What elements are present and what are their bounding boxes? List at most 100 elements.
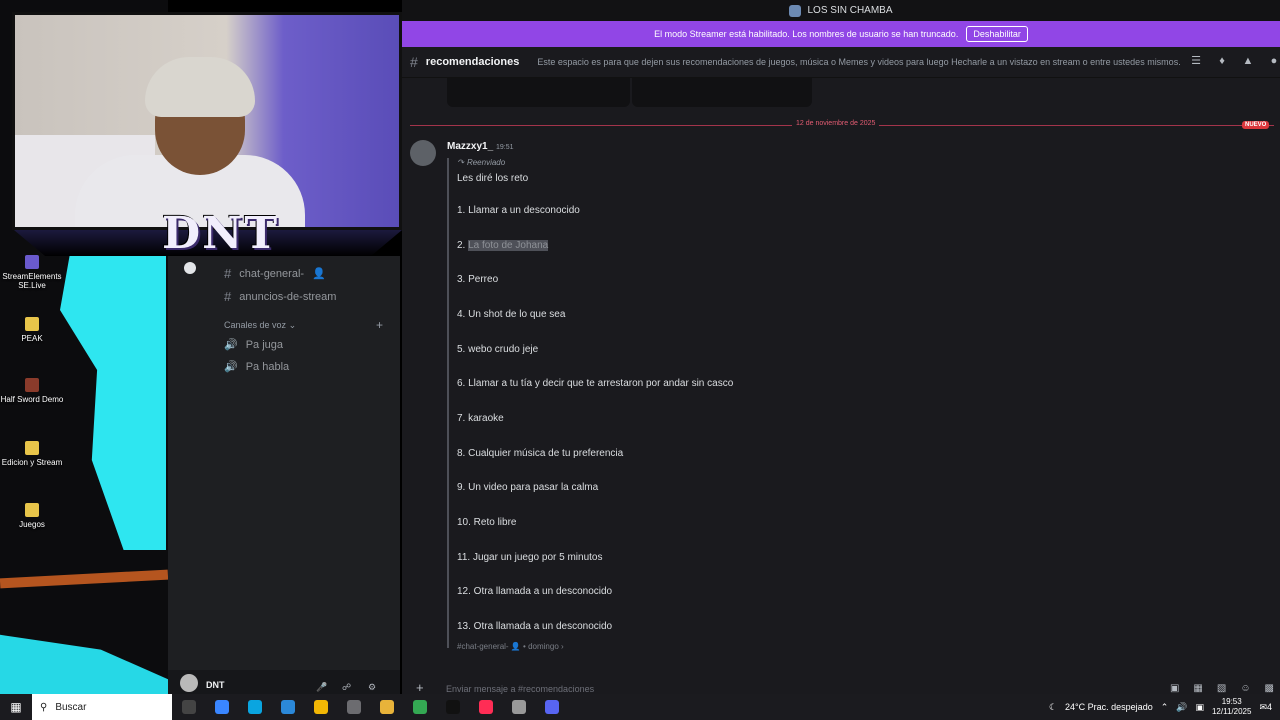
obs-icon[interactable]	[436, 694, 469, 720]
chevron-up-icon[interactable]: ⌃	[1161, 702, 1169, 713]
webcam-brand-logo: DNT	[162, 208, 280, 259]
message-list: 12 de noviembre de 2025 NUEVO Mazzxy1_ 1…	[402, 78, 1280, 670]
image-attachment[interactable]	[632, 78, 812, 107]
network-icon[interactable]: ▣	[1195, 702, 1204, 713]
game-icon	[25, 378, 39, 392]
spoiler-text[interactable]: La foto de Johana	[468, 240, 549, 251]
folder-icon	[25, 441, 39, 455]
taskbar-search[interactable]: ⚲ Buscar	[32, 694, 172, 720]
message-input[interactable]: Enviar mensaje a #recomendaciones	[446, 684, 594, 694]
window-title: LOS SIN CHAMBA	[807, 5, 893, 16]
channel-topic[interactable]: Este espacio es para que dejen sus recom…	[537, 57, 1180, 67]
message-line: 10. Reto libre	[457, 517, 517, 528]
members-icon: 👤	[312, 268, 326, 280]
speaker-icon: 🔊	[224, 339, 238, 351]
headphones-icon[interactable]: ☍	[342, 682, 351, 693]
wallpaper-shape	[0, 634, 168, 694]
forward-source-link[interactable]: #chat-general- 👤 • domingo ›	[457, 642, 564, 651]
wallpaper-shape	[0, 569, 168, 589]
webcam-overlay	[12, 12, 402, 230]
chrome-icon[interactable]	[403, 694, 436, 720]
message-author[interactable]: Mazzxy1_	[447, 141, 493, 152]
channel-sidebar: # chat-general- 👤 # anuncios-de-stream C…	[168, 256, 400, 670]
message-line: 11. Jugar un juego por 5 minutos	[457, 552, 603, 563]
folder-icon	[25, 317, 39, 331]
server-icon	[789, 4, 802, 17]
message-line: Les diré los reto	[457, 173, 529, 184]
gift-icon[interactable]: ▣	[1170, 683, 1179, 694]
chevron-down-icon: ⌄	[288, 320, 297, 330]
pin-icon[interactable]: ▲	[1242, 55, 1254, 67]
desktop-icon-half-sword[interactable]: Half Sword Demo	[0, 378, 64, 404]
microphone-icon[interactable]: 🎤	[316, 682, 327, 693]
window-titlebar: LOS SIN CHAMBA	[402, 0, 1280, 21]
gear-icon[interactable]: ⚙	[368, 682, 376, 693]
bell-icon[interactable]: ♦	[1216, 55, 1228, 67]
voice-channel-pa-habla[interactable]: 🔊 Pa habla	[224, 360, 289, 374]
clock[interactable]: 19:53 12/11/2025	[1212, 697, 1251, 717]
image-attachment[interactable]	[447, 78, 630, 107]
message-line: 13. Otra llamada a un desconocido	[457, 621, 613, 632]
forwarded-label: ↷ Reenviado	[458, 158, 506, 167]
channel-name: recomendaciones	[425, 56, 520, 68]
store-icon[interactable]	[304, 694, 337, 720]
streamer-mode-message: El modo Streamer está habilitado. Los no…	[654, 29, 959, 39]
emoji-icon[interactable]: ☺	[1240, 683, 1250, 694]
members-icon: 👤	[510, 642, 521, 651]
hash-icon: #	[410, 54, 418, 70]
message-line: 7. karaoke	[457, 413, 504, 424]
message-line: 2. La foto de Johana	[457, 240, 549, 251]
task-view-icon[interactable]	[172, 694, 205, 720]
taskbar: ▦ ⚲ Buscar ☾ 24°C Prac. despejado ⌃ 🔊 ▣ …	[0, 694, 1280, 720]
gif-icon[interactable]: ▦	[1193, 683, 1202, 694]
file-explorer-icon[interactable]	[370, 694, 403, 720]
message-timestamp: 19:51	[496, 144, 514, 151]
members-icon[interactable]: ●	[1268, 55, 1280, 67]
message-composer: + Enviar mensaje a #recomendaciones ▣ ▦ …	[402, 670, 1280, 695]
disable-streamer-mode-button[interactable]: Deshabilitar	[966, 26, 1028, 42]
chevron-right-icon: ›	[561, 642, 564, 651]
streamelements-icon	[25, 255, 39, 269]
desktop-icon-juegos[interactable]: Juegos	[0, 503, 64, 529]
volume-icon[interactable]: 🔊	[1176, 702, 1187, 713]
username: DNT	[206, 680, 225, 690]
system-tray: ☾ 24°C Prac. despejado ⌃ 🔊 ▣ 19:53 12/11…	[1049, 694, 1280, 720]
forward-arrow-icon: ↷	[458, 158, 465, 167]
edge-icon[interactable]	[238, 694, 271, 720]
message-line: 5. webo crudo jeje	[457, 344, 539, 355]
desktop-icon-streamelements[interactable]: StreamElements SE.Live	[0, 255, 64, 290]
hash-icon: #	[224, 289, 232, 304]
settings-icon[interactable]	[502, 694, 535, 720]
voice-channel-pa-juga[interactable]: 🔊 Pa juga	[224, 338, 283, 352]
voice-category[interactable]: Canales de voz ⌄	[224, 320, 296, 331]
channel-chat-general[interactable]: # chat-general- 👤	[224, 266, 326, 281]
channel-anuncios-de-stream[interactable]: # anuncios-de-stream	[224, 289, 336, 304]
avatar[interactable]	[410, 140, 436, 166]
compass-icon[interactable]	[184, 262, 196, 274]
threads-icon[interactable]: ☰	[1190, 55, 1202, 67]
weather-icon: ☾	[1048, 701, 1058, 712]
attach-plus-icon[interactable]: +	[416, 680, 424, 695]
notifications-icon[interactable]: ✉4	[1259, 702, 1272, 713]
message-line: 4. Un shot de lo que sea	[457, 309, 566, 320]
add-channel-icon[interactable]: +	[376, 318, 383, 332]
windows-start-icon[interactable]: ▦	[0, 700, 32, 714]
mail-icon[interactable]	[271, 694, 304, 720]
camera-icon[interactable]	[337, 694, 370, 720]
streamer-mode-banner: El modo Streamer está habilitado. Los no…	[402, 21, 1280, 47]
copilot-icon[interactable]	[205, 694, 238, 720]
message-line: 9. Un video para pasar la calma	[457, 482, 599, 493]
desktop-icon-edicion[interactable]: Edicion y Stream	[0, 441, 64, 467]
tiktok-icon[interactable]	[469, 694, 502, 720]
sticker-icon[interactable]: ▧	[1217, 683, 1226, 694]
apps-icon[interactable]: ▩	[1265, 683, 1274, 694]
message-line: 1. Llamar a un desconocido	[457, 205, 580, 216]
desktop-icon-peak[interactable]: PEAK	[0, 317, 64, 343]
divider-date: 12 de noviembre de 2025	[792, 120, 880, 127]
forwarded-quote-bar	[447, 158, 449, 648]
weather-text[interactable]: 24°C Prac. despejado	[1065, 702, 1153, 712]
avatar[interactable]	[180, 674, 198, 692]
new-badge: NUEVO	[1242, 121, 1270, 129]
webcam-person	[145, 57, 255, 117]
discord-icon[interactable]	[535, 694, 568, 720]
